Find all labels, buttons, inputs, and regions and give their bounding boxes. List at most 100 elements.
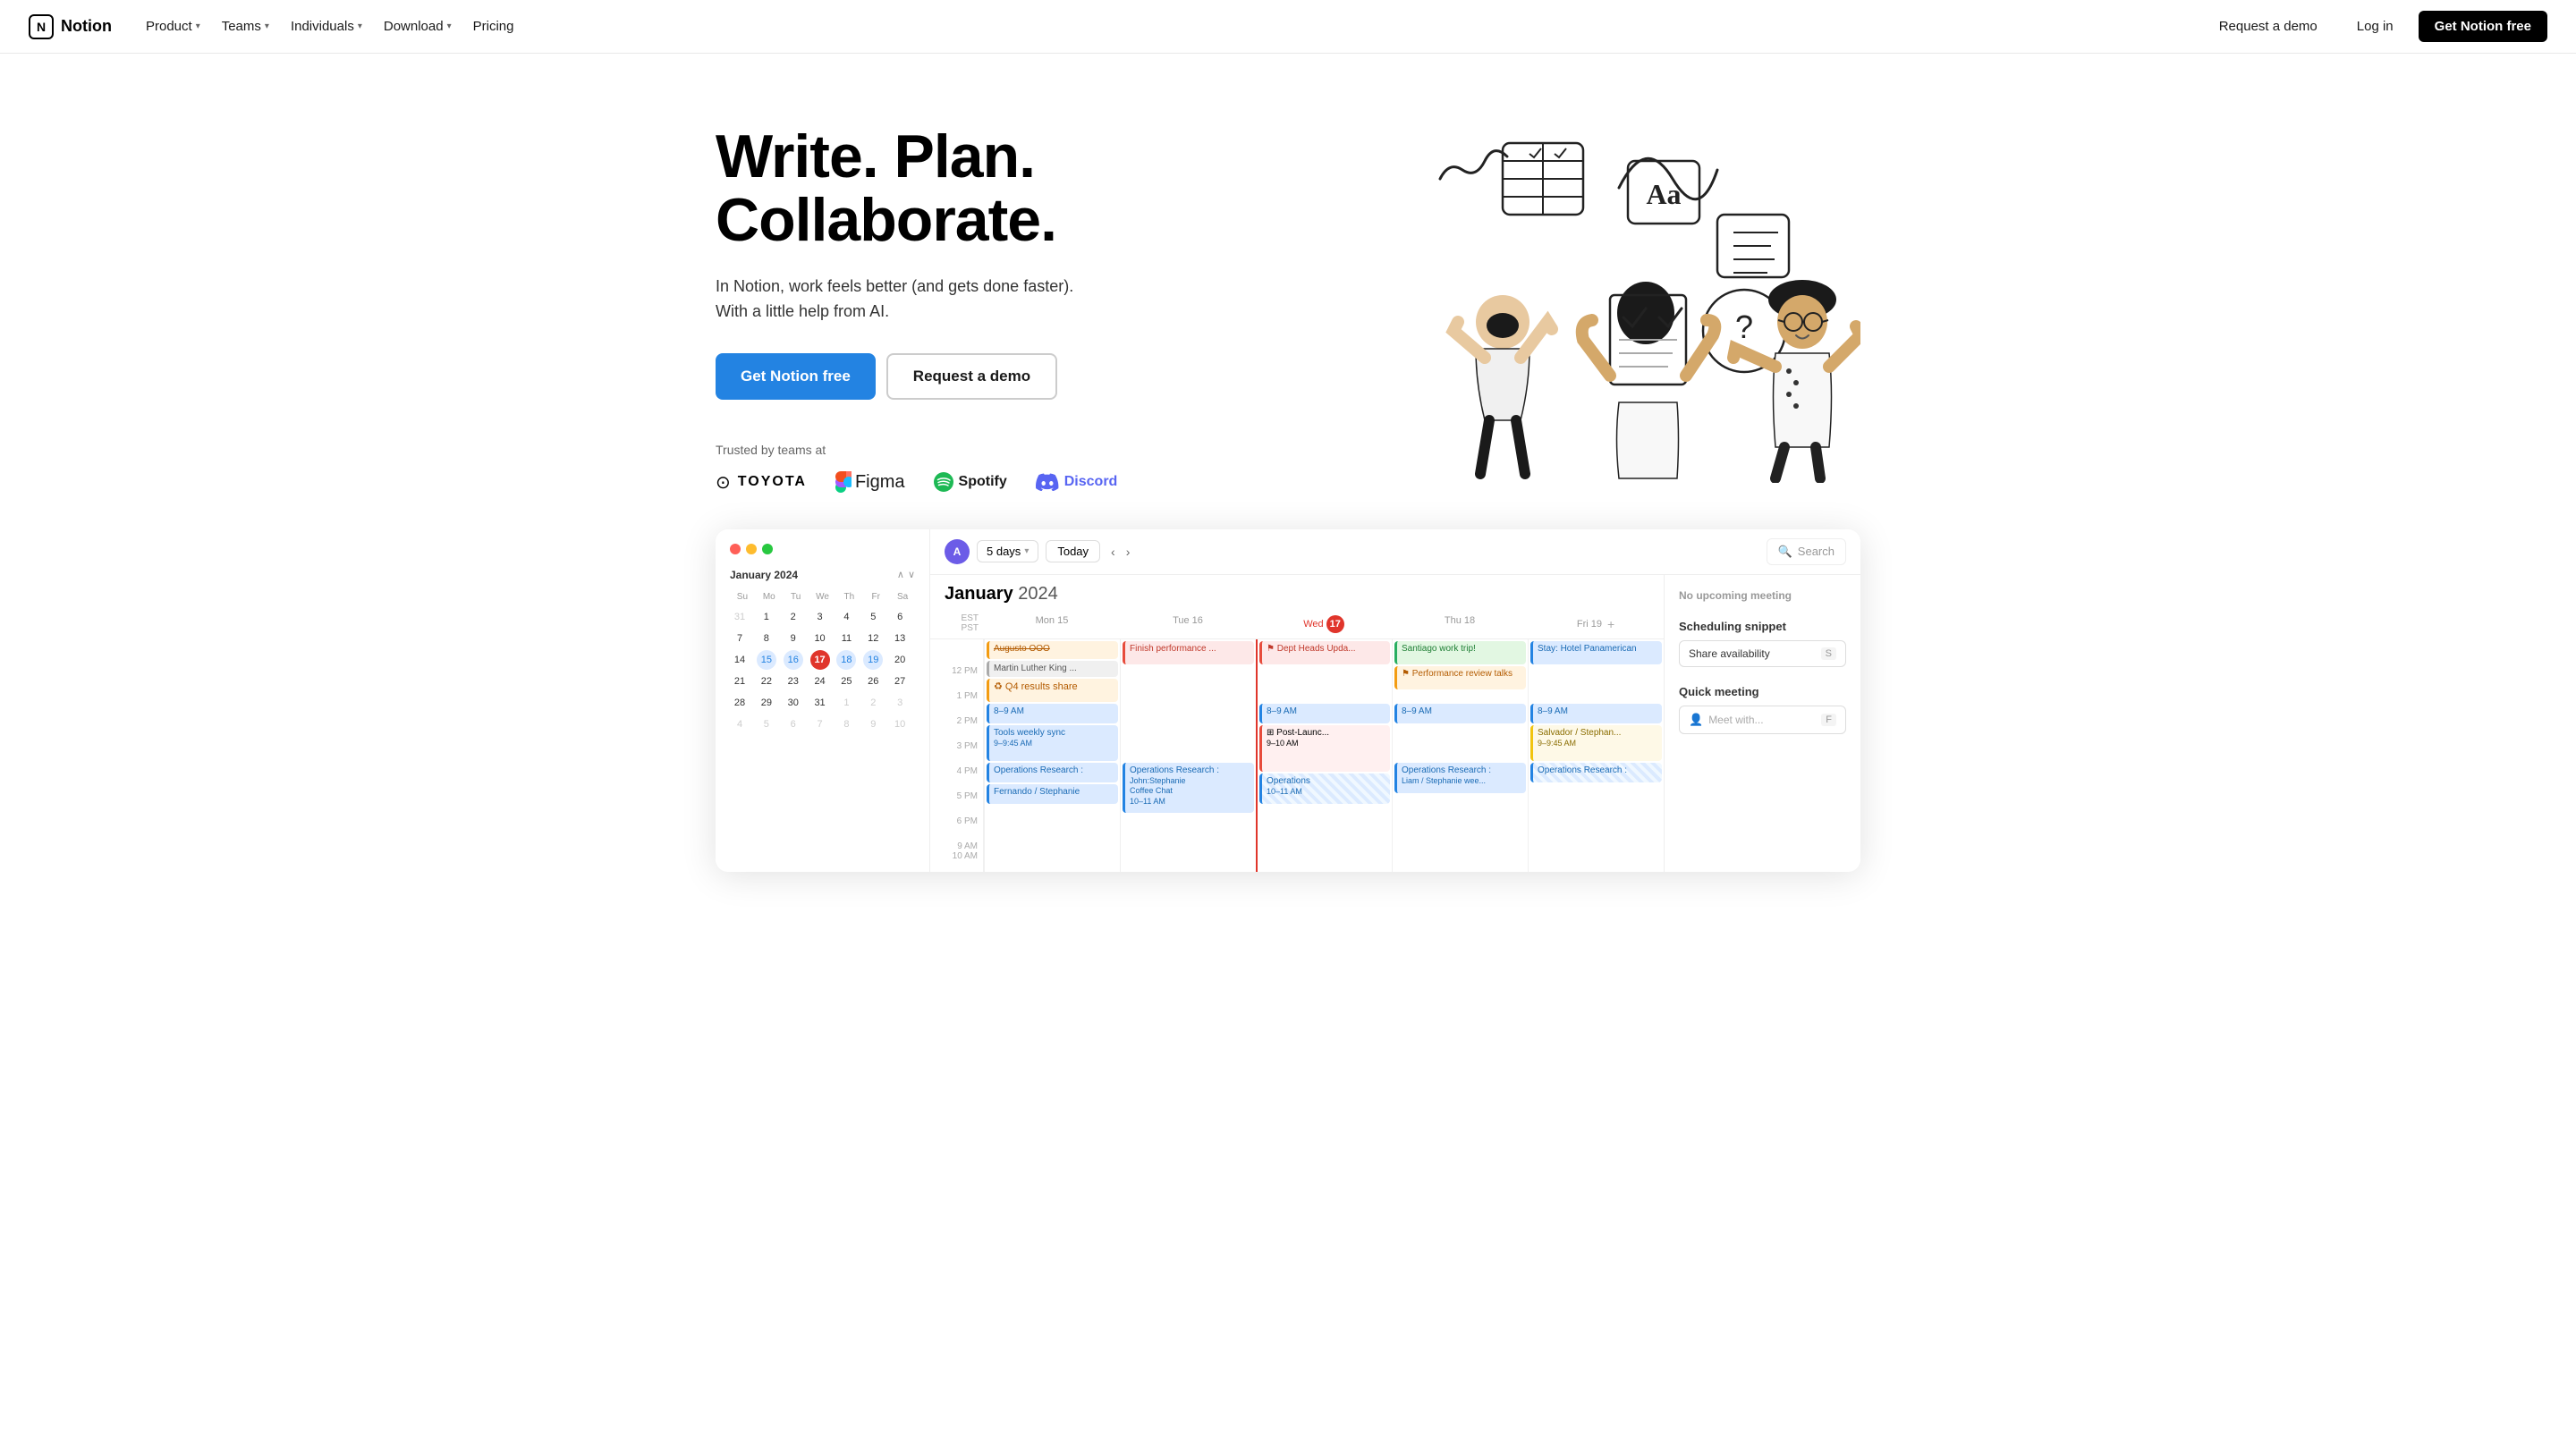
mini-day[interactable]: 5 (863, 607, 883, 627)
login-button[interactable]: Log in (2343, 12, 2408, 41)
mini-calendar-days: 31 1 2 3 4 5 6 7 8 9 10 11 12 13 14 15 1 (730, 607, 915, 734)
event-fernando[interactable]: Fernando / Stephanie (987, 784, 1118, 804)
today-button[interactable]: Today (1046, 540, 1100, 562)
mini-day[interactable]: 23 (784, 672, 803, 691)
event-ops-research-tue[interactable]: Operations Research : John:Stephanie Cof… (1123, 763, 1254, 813)
mini-day-today[interactable]: 17 (810, 650, 830, 670)
mini-day[interactable]: 22 (757, 672, 776, 691)
mini-day[interactable]: 19 (863, 650, 883, 670)
mini-day[interactable]: 16 (784, 650, 803, 670)
mini-day[interactable]: 5 (757, 714, 776, 734)
event-salvador[interactable]: Salvador / Stephan... 9–9:45 AM (1530, 725, 1662, 761)
mini-day[interactable]: 10 (810, 629, 830, 648)
prev-period-button[interactable]: ‹ (1107, 541, 1119, 562)
minimize-button[interactable] (746, 544, 757, 554)
mini-day[interactable]: 27 (890, 672, 910, 691)
col-header-wed[interactable]: Wed 17 (1256, 610, 1392, 638)
mini-day[interactable]: 2 (784, 607, 803, 627)
mini-day[interactable]: 10 (890, 714, 910, 734)
mini-day[interactable]: 25 (836, 672, 856, 691)
mini-day[interactable]: 31 (810, 693, 830, 713)
mini-day[interactable]: 4 (836, 607, 856, 627)
get-notion-free-button[interactable]: Get Notion free (2419, 11, 2547, 42)
request-demo-button[interactable]: Request a demo (2205, 12, 2332, 41)
mini-day[interactable]: 11 (836, 629, 856, 648)
calendar-search[interactable]: 🔍 Search (1767, 538, 1846, 565)
logo-link[interactable]: N Notion (29, 14, 112, 39)
window-controls (730, 544, 915, 554)
year-value: 2024 (1018, 584, 1058, 604)
maximize-button[interactable] (762, 544, 773, 554)
event-post-launch[interactable]: ⊞ Post-Launc... 9–10 AM (1259, 725, 1390, 772)
hero-request-demo-button[interactable]: Request a demo (886, 353, 1057, 400)
col-header-fri[interactable]: Fri 19 + (1528, 610, 1664, 638)
col-header-mon[interactable]: Mon 15 (984, 610, 1120, 638)
mini-day[interactable]: 24 (810, 672, 830, 691)
mini-day[interactable]: 6 (784, 714, 803, 734)
days-selector-button[interactable]: 5 days ▾ (977, 540, 1038, 562)
mini-day[interactable]: 12 (863, 629, 883, 648)
event-8-9am-wed[interactable]: 8–9 AM (1259, 704, 1390, 723)
mini-cal-next[interactable]: ∨ (908, 569, 915, 580)
event-q4-results[interactable]: ♻ Q4 results share (987, 679, 1118, 702)
mini-day[interactable]: 8 (836, 714, 856, 734)
mini-day[interactable]: 29 (757, 693, 776, 713)
event-perf-review[interactable]: ⚑ Performance review talks (1394, 666, 1526, 689)
event-ops-research-mon[interactable]: Operations Research : (987, 763, 1118, 782)
meet-with-input[interactable]: 👤 Meet with... F (1679, 706, 1846, 734)
mini-day[interactable]: 3 (890, 693, 910, 713)
event-augusto-ooo[interactable]: Augusto OOO (987, 641, 1118, 659)
mini-day[interactable]: 30 (784, 693, 803, 713)
close-button[interactable] (730, 544, 741, 554)
event-tools-weekly[interactable]: Tools weekly sync9–9:45 AM (987, 725, 1118, 761)
mini-day[interactable]: 1 (757, 607, 776, 627)
mini-day[interactable]: 21 (730, 672, 750, 691)
mini-day[interactable]: 3 (810, 607, 830, 627)
col-header-tue[interactable]: Tue 16 (1120, 610, 1256, 638)
mini-day[interactable]: 7 (810, 714, 830, 734)
mini-day[interactable]: 31 (730, 607, 750, 627)
mini-day[interactable]: 18 (836, 650, 856, 670)
event-8-9am-thu[interactable]: 8–9 AM (1394, 704, 1526, 723)
share-availability-button[interactable]: Share availability S (1679, 640, 1846, 667)
event-dept-heads[interactable]: ⚑ Dept Heads Upda... (1259, 641, 1390, 664)
mini-day[interactable]: 1 (836, 693, 856, 713)
figma-wordmark: Figma (855, 472, 905, 493)
nav-individuals[interactable]: Individuals ▾ (282, 13, 371, 39)
col-header-thu[interactable]: Thu 18 (1392, 610, 1528, 638)
event-ops-research-thu[interactable]: Operations Research : Liam / Stephanie w… (1394, 763, 1526, 793)
mini-day[interactable]: 2 (863, 693, 883, 713)
nav-product[interactable]: Product ▾ (137, 13, 209, 39)
event-santiago[interactable]: Santiago work trip! (1394, 641, 1526, 664)
mini-day[interactable]: 6 (890, 607, 910, 627)
mini-cal-prev[interactable]: ∧ (897, 569, 904, 580)
mini-day[interactable]: 15 (757, 650, 776, 670)
event-ops-research-fri[interactable]: Operations Research : (1530, 763, 1662, 782)
mini-day[interactable]: 7 (730, 629, 750, 648)
mini-day[interactable]: 13 (890, 629, 910, 648)
mini-day[interactable]: 8 (757, 629, 776, 648)
event-8-9am-mon[interactable]: 8–9 AM (987, 704, 1118, 723)
mini-day[interactable]: 4 (730, 714, 750, 734)
hero-get-free-button[interactable]: Get Notion free (716, 353, 876, 400)
mini-day[interactable]: 20 (890, 650, 910, 670)
calendar-content: January 2024 EST PST Mon 15 Tue 16 (930, 575, 1860, 872)
nav-pricing[interactable]: Pricing (464, 13, 523, 39)
event-operations-wed[interactable]: Operations10–11 AM (1259, 773, 1390, 804)
mini-day[interactable]: 26 (863, 672, 883, 691)
mini-day[interactable]: 28 (730, 693, 750, 713)
mini-day[interactable]: 9 (863, 714, 883, 734)
hero-subtitle: In Notion, work feels better (and gets d… (716, 275, 1109, 325)
mini-day[interactable]: 9 (784, 629, 803, 648)
event-8-9am-fri[interactable]: 8–9 AM (1530, 704, 1662, 723)
mini-calendar-nav: ∧ ∨ (897, 569, 915, 580)
add-event-icon[interactable]: + (1607, 617, 1614, 631)
nav-left: N Notion Product ▾ Teams ▾ Individuals ▾… (29, 13, 522, 39)
event-finish-perf[interactable]: Finish performance ... (1123, 641, 1254, 664)
nav-download[interactable]: Download ▾ (375, 13, 461, 39)
event-mlk[interactable]: Martin Luther King ... (987, 661, 1118, 677)
next-period-button[interactable]: › (1123, 541, 1134, 562)
mini-day[interactable]: 14 (730, 650, 750, 670)
event-hotel[interactable]: Stay: Hotel Panamerican (1530, 641, 1662, 664)
nav-teams[interactable]: Teams ▾ (213, 13, 278, 39)
